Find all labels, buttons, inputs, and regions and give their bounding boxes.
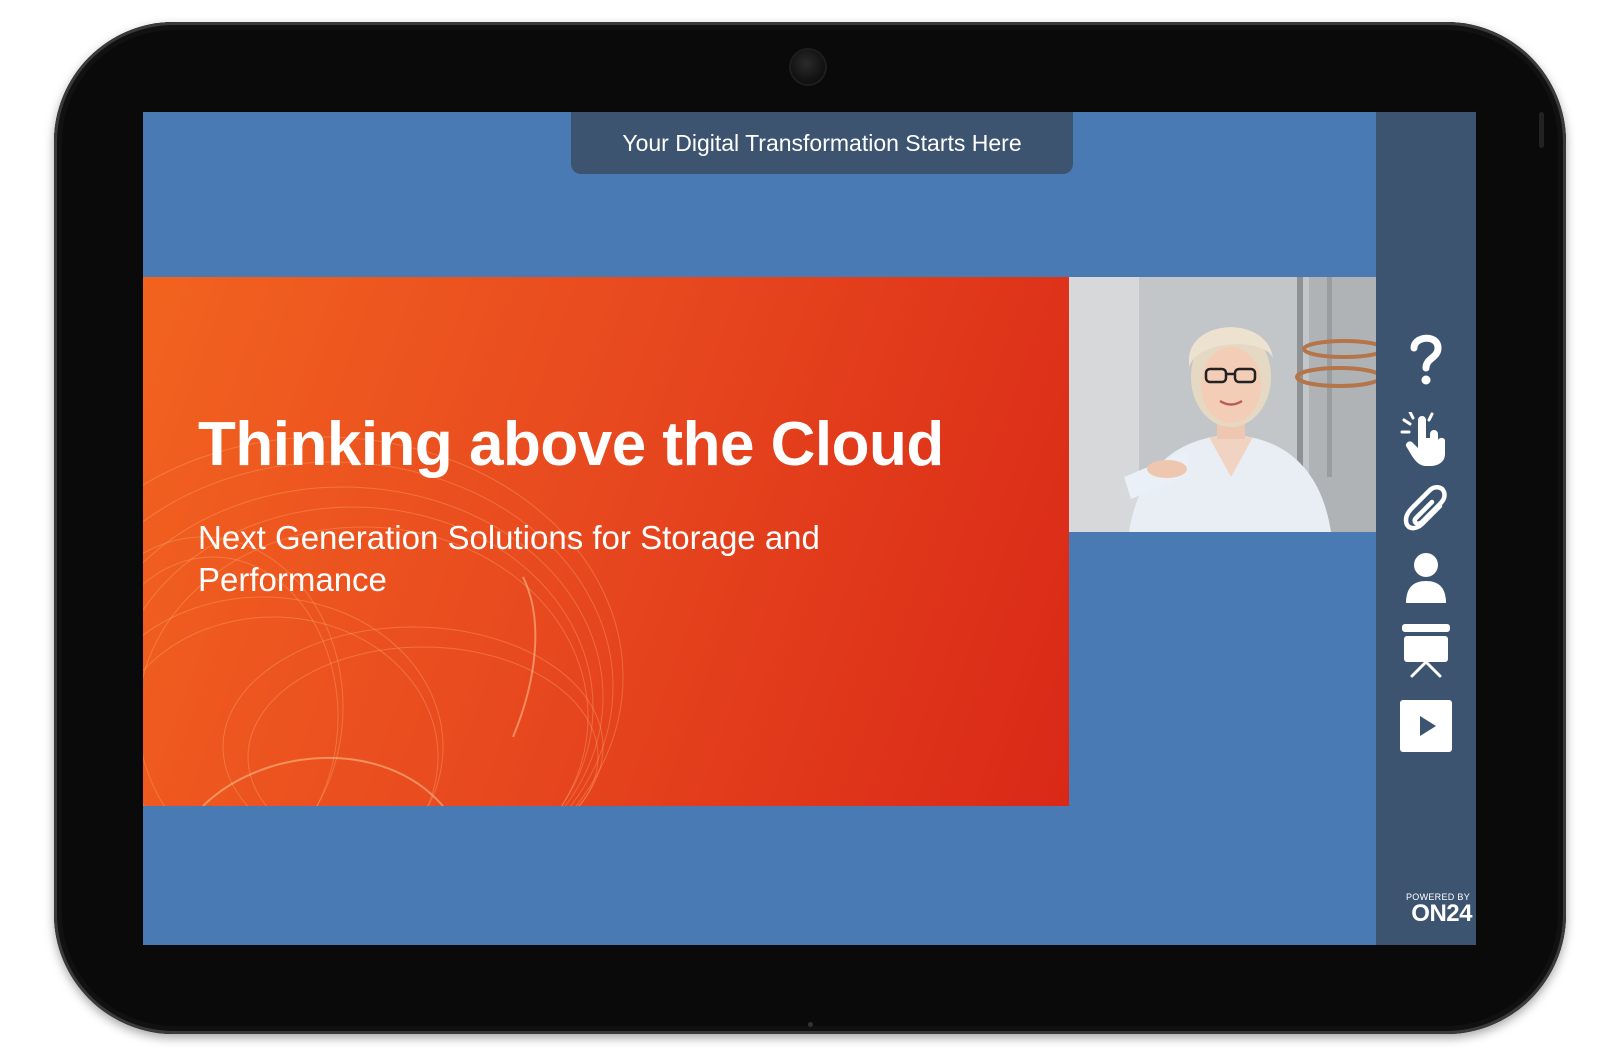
engage-icon[interactable] bbox=[1396, 410, 1456, 470]
slide-subtitle: Next Generation Solutions for Storage an… bbox=[198, 519, 820, 598]
webinar-title-bar: Your Digital Transformation Starts Here bbox=[571, 112, 1073, 174]
slide-title: Thinking above the Cloud bbox=[198, 410, 944, 479]
presenter-video[interactable] bbox=[1069, 277, 1376, 532]
front-camera bbox=[791, 50, 825, 84]
slide-viewer[interactable]: Thinking above the Cloud Next Generation… bbox=[143, 277, 1069, 806]
media-player-icon[interactable] bbox=[1396, 696, 1456, 756]
qa-icon[interactable] bbox=[1396, 330, 1456, 390]
presenter-person-icon bbox=[1069, 277, 1376, 532]
resources-icon[interactable] bbox=[1396, 480, 1456, 540]
webinar-console: Your Digital Transformation Starts Here bbox=[143, 112, 1476, 945]
side-button bbox=[1539, 112, 1544, 148]
console-toolbar: POWERED BY ON24 bbox=[1376, 112, 1476, 945]
powered-by-badge: POWERED BY ON24 bbox=[1376, 892, 1473, 927]
home-indicator bbox=[808, 1022, 813, 1027]
slides-icon[interactable] bbox=[1396, 620, 1456, 680]
webinar-title: Your Digital Transformation Starts Here bbox=[622, 129, 1022, 156]
speaker-bio-icon[interactable] bbox=[1396, 548, 1456, 608]
on24-logo: ON24 bbox=[1411, 900, 1472, 927]
